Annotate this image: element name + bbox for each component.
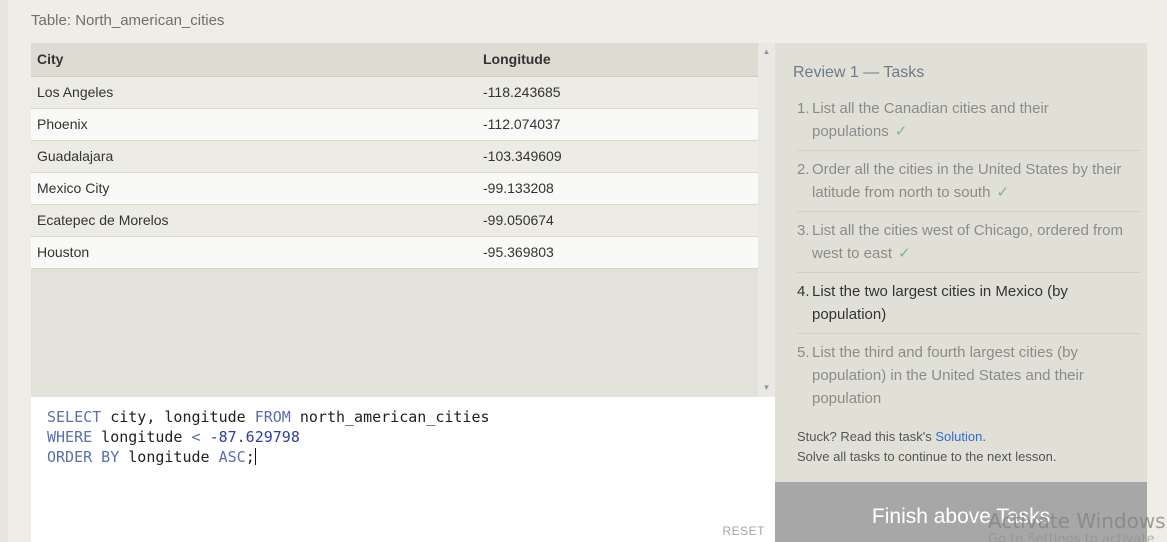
task-panel: Review 1 — Tasks 1. List all the Canadia… bbox=[775, 43, 1147, 482]
table-row: Ecatepec de Morelos -99.050674 bbox=[31, 204, 758, 237]
checkmark-icon: ✓ bbox=[996, 184, 1010, 201]
task-item: 1. List all the Canadian cities and thei… bbox=[797, 97, 1140, 151]
cell-city: Los Angeles bbox=[31, 76, 477, 109]
activate-windows-subtext: Go to Settings to activate Windows. bbox=[988, 532, 1155, 542]
task-text: List all the Canadian cities and their p… bbox=[812, 100, 1049, 140]
code-text: city, longitude bbox=[101, 408, 255, 426]
column-header-city: City bbox=[31, 43, 477, 77]
stuck-suffix: . bbox=[982, 429, 986, 444]
keyword: WHERE bbox=[47, 428, 93, 446]
keyword: ASC bbox=[218, 448, 246, 466]
table-row: Los Angeles -118.243685 bbox=[31, 76, 758, 109]
cell-longitude: -112.074037 bbox=[477, 108, 758, 141]
cell-longitude: -118.243685 bbox=[477, 76, 758, 109]
solution-link[interactable]: Solution bbox=[935, 429, 982, 444]
task-text: Order all the cities in the United State… bbox=[812, 161, 1122, 201]
task-text: List the third and fourth largest cities… bbox=[812, 344, 1084, 407]
task-content: List all the Canadian cities and their p… bbox=[812, 97, 1140, 143]
checkmark-icon: ✓ bbox=[898, 245, 911, 262]
task-list: 1. List all the Canadian cities and thei… bbox=[797, 97, 1140, 424]
cell-city: Mexico City bbox=[31, 172, 477, 205]
task-number: 3. bbox=[797, 222, 810, 239]
task-content: Order all the cities in the United State… bbox=[812, 158, 1140, 204]
task-content: List the third and fourth largest cities… bbox=[812, 341, 1140, 410]
code-line-2: WHERE longitude < -87.629798 bbox=[47, 428, 300, 446]
code-text: longitude bbox=[119, 448, 219, 466]
results-panel: City Longitude Los Angeles -118.243685 P… bbox=[31, 43, 775, 397]
code-text: north_american_cities bbox=[290, 408, 490, 426]
number-literal: -87.629798 bbox=[209, 428, 300, 446]
cell-city: Ecatepec de Morelos bbox=[31, 204, 477, 237]
reset-button[interactable]: RESET bbox=[722, 524, 765, 538]
task-item: 3. List all the cities west of Chicago, … bbox=[797, 219, 1140, 273]
task-number: 2. bbox=[797, 161, 810, 178]
cell-longitude: -99.050674 bbox=[477, 204, 758, 237]
text-cursor bbox=[254, 448, 256, 465]
scroll-up-arrow-icon[interactable]: ▲ bbox=[758, 45, 775, 59]
keyword: SELECT bbox=[47, 408, 102, 426]
column-header-longitude: Longitude bbox=[477, 43, 758, 77]
code-line-3: ORDER BY longitude ASC; bbox=[47, 448, 256, 466]
task-item: 5. List the third and fourth largest cit… bbox=[797, 341, 1140, 417]
activate-windows-watermark: Activate Windows bbox=[988, 509, 1166, 533]
cell-longitude: -95.369803 bbox=[477, 236, 758, 269]
keyword: FROM bbox=[254, 408, 291, 426]
cell-city: Guadalajara bbox=[31, 140, 477, 173]
left-strip bbox=[0, 0, 8, 542]
task-item-current: 4. List the two largest cities in Mexico… bbox=[797, 280, 1140, 334]
table-row: Guadalajara -103.349609 bbox=[31, 140, 758, 173]
cell-city: Houston bbox=[31, 236, 477, 269]
keyword: ORDER BY bbox=[47, 448, 120, 466]
table-header-row: City Longitude bbox=[31, 43, 758, 77]
operator: < bbox=[191, 428, 201, 446]
table-title: Table: North_american_cities bbox=[31, 12, 225, 29]
continue-note: Solve all tasks to continue to the next … bbox=[797, 449, 1057, 464]
sql-editor[interactable]: SELECT city, longitude FROM north_americ… bbox=[31, 397, 775, 542]
checkmark-icon: ✓ bbox=[894, 123, 908, 140]
task-content: List the two largest cities in Mexico (b… bbox=[812, 280, 1140, 326]
task-heading: Review 1 — Tasks bbox=[793, 64, 925, 81]
cell-longitude: -99.133208 bbox=[477, 172, 758, 205]
stuck-note: Stuck? Read this task's Solution. Solve … bbox=[797, 427, 1056, 467]
task-text: List the two largest cities in Mexico (b… bbox=[812, 283, 1068, 323]
sql-code[interactable]: SELECT city, longitude FROM north_americ… bbox=[47, 407, 490, 467]
scroll-down-arrow-icon[interactable]: ▼ bbox=[758, 381, 775, 395]
results-table: City Longitude Los Angeles -118.243685 P… bbox=[31, 43, 758, 269]
cell-longitude: -103.349609 bbox=[477, 140, 758, 173]
table-row: Phoenix -112.074037 bbox=[31, 108, 758, 141]
code-line-1: SELECT city, longitude FROM north_americ… bbox=[47, 408, 490, 426]
results-scrollbar[interactable]: ▲ ▼ bbox=[758, 43, 775, 397]
task-text: List all the cities west of Chicago, ord… bbox=[812, 222, 1123, 262]
stuck-prefix: Stuck? Read this task's bbox=[797, 429, 936, 444]
table-row: Houston -95.369803 bbox=[31, 236, 758, 269]
task-content: List all the cities west of Chicago, ord… bbox=[812, 219, 1140, 265]
table-row: Mexico City -99.133208 bbox=[31, 172, 758, 205]
cell-city: Phoenix bbox=[31, 108, 477, 141]
task-number: 4. bbox=[797, 283, 810, 300]
code-text: ; bbox=[245, 448, 255, 466]
code-text: longitude bbox=[92, 428, 192, 446]
task-number: 5. bbox=[797, 344, 810, 361]
task-item: 2. Order all the cities in the United St… bbox=[797, 158, 1140, 212]
task-number: 1. bbox=[797, 100, 810, 117]
